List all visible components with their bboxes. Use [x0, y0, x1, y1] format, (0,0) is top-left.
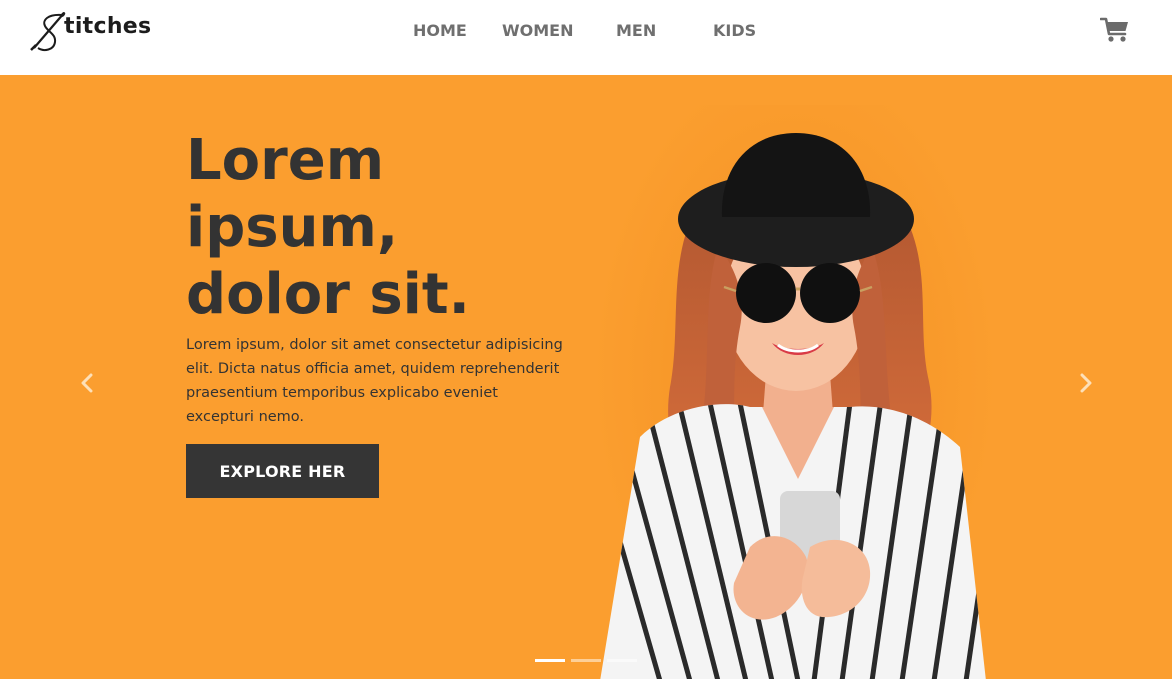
hero-headline-line: dolor sit. [186, 262, 470, 327]
carousel-indicator[interactable] [571, 659, 601, 662]
nav-link-men[interactable]: MEN [616, 21, 656, 41]
carousel-indicator[interactable] [607, 659, 637, 662]
brand-logo[interactable]: titches [28, 10, 158, 54]
hero-headline: Lorem ipsum, dolor sit. [186, 127, 586, 328]
carousel-indicators [535, 659, 637, 663]
hero-carousel: Lorem ipsum, dolor sit. Lorem ipsum, dol… [0, 75, 1172, 681]
explore-her-button[interactable]: EXPLORE HER [186, 444, 379, 498]
needle-icon [30, 12, 66, 51]
brand-name: titches [64, 14, 152, 39]
shopping-cart-icon[interactable] [1100, 17, 1130, 43]
model-photo [600, 133, 986, 681]
nav-link-kids[interactable]: KIDS [713, 21, 756, 41]
carousel-indicator-active[interactable] [535, 659, 565, 662]
chevron-right-icon[interactable] [1075, 370, 1097, 396]
nav-link-home[interactable]: HOME [413, 21, 467, 41]
chevron-left-icon[interactable] [76, 370, 98, 396]
hero-headline-line: ipsum, [186, 195, 399, 260]
navbar: titches HOME WOMEN MEN KIDS [0, 0, 1172, 75]
hero-description: Lorem ipsum, dolor sit amet consectetur … [186, 337, 563, 425]
nav-link-women[interactable]: WOMEN [502, 21, 574, 41]
hero-headline-line: Lorem [186, 128, 385, 193]
